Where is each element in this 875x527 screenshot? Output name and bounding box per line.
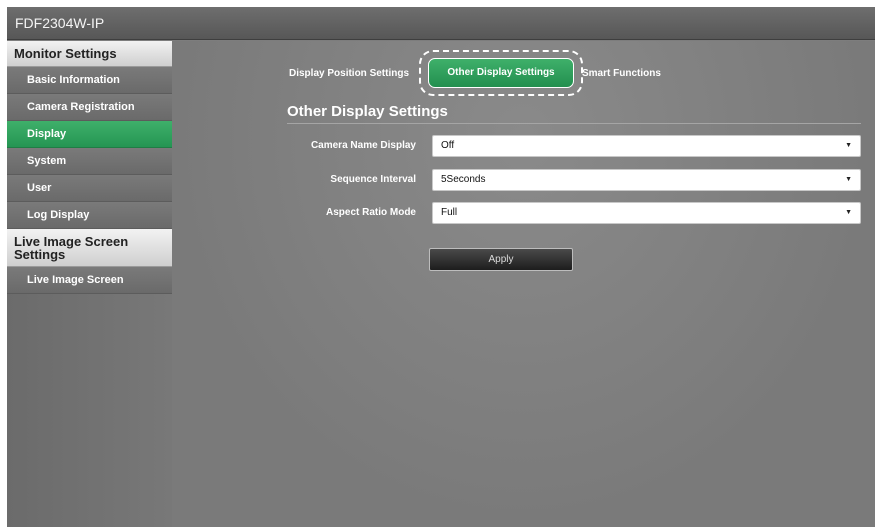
main-content: Display Position Settings Other Display …: [172, 41, 875, 527]
camera-name-display-value: Off: [441, 140, 455, 151]
caret-down-icon: ▼: [845, 209, 852, 216]
sequence-interval-row: Sequence Interval 5Seconds ▼: [287, 169, 861, 191]
apply-button[interactable]: Apply: [429, 248, 573, 271]
app-window: FDF2304W-IP Monitor Settings Basic Infor…: [7, 7, 875, 527]
tab-bar: Display Position Settings Other Display …: [172, 50, 875, 96]
tab-display-position-settings[interactable]: Display Position Settings: [289, 68, 409, 79]
sidebar-section-live-image-screen-settings[interactable]: Live Image Screen Settings: [7, 229, 172, 267]
page-title: Other Display Settings: [287, 103, 861, 124]
sidebar-item-camera-registration[interactable]: Camera Registration: [7, 94, 172, 121]
sidebar-item-system[interactable]: System: [7, 148, 172, 175]
tab-smart-functions[interactable]: Smart Functions: [582, 68, 661, 79]
aspect-ratio-mode-select[interactable]: Full ▼: [432, 202, 861, 224]
aspect-ratio-mode-label: Aspect Ratio Mode: [325, 207, 416, 218]
caret-down-icon: ▼: [845, 176, 852, 183]
sequence-interval-label: Sequence Interval: [330, 174, 416, 185]
sequence-interval-value: 5Seconds: [441, 174, 486, 185]
aspect-ratio-mode-row: Aspect Ratio Mode Full ▼: [287, 202, 861, 224]
tab-other-display-settings[interactable]: Other Display Settings: [428, 58, 574, 88]
sidebar-item-log-display[interactable]: Log Display: [7, 202, 172, 229]
camera-name-display-label: Camera Name Display: [310, 140, 416, 151]
aspect-ratio-mode-value: Full: [441, 207, 458, 218]
sidebar-item-user[interactable]: User: [7, 175, 172, 202]
caret-down-icon: ▼: [845, 142, 852, 149]
camera-name-display-row: Camera Name Display Off ▼: [287, 135, 861, 157]
sidebar-item-basic-information[interactable]: Basic Information: [7, 67, 172, 94]
sequence-interval-select[interactable]: 5Seconds ▼: [432, 169, 861, 191]
camera-name-display-select[interactable]: Off ▼: [432, 135, 861, 157]
sidebar-item-live-image-screen[interactable]: Live Image Screen: [7, 267, 172, 294]
sidebar-section-monitor-settings[interactable]: Monitor Settings: [7, 41, 172, 67]
window-title: FDF2304W-IP: [7, 7, 875, 40]
sidebar-item-display[interactable]: Display: [7, 121, 172, 148]
sidebar: Monitor Settings Basic Information Camer…: [7, 41, 172, 527]
